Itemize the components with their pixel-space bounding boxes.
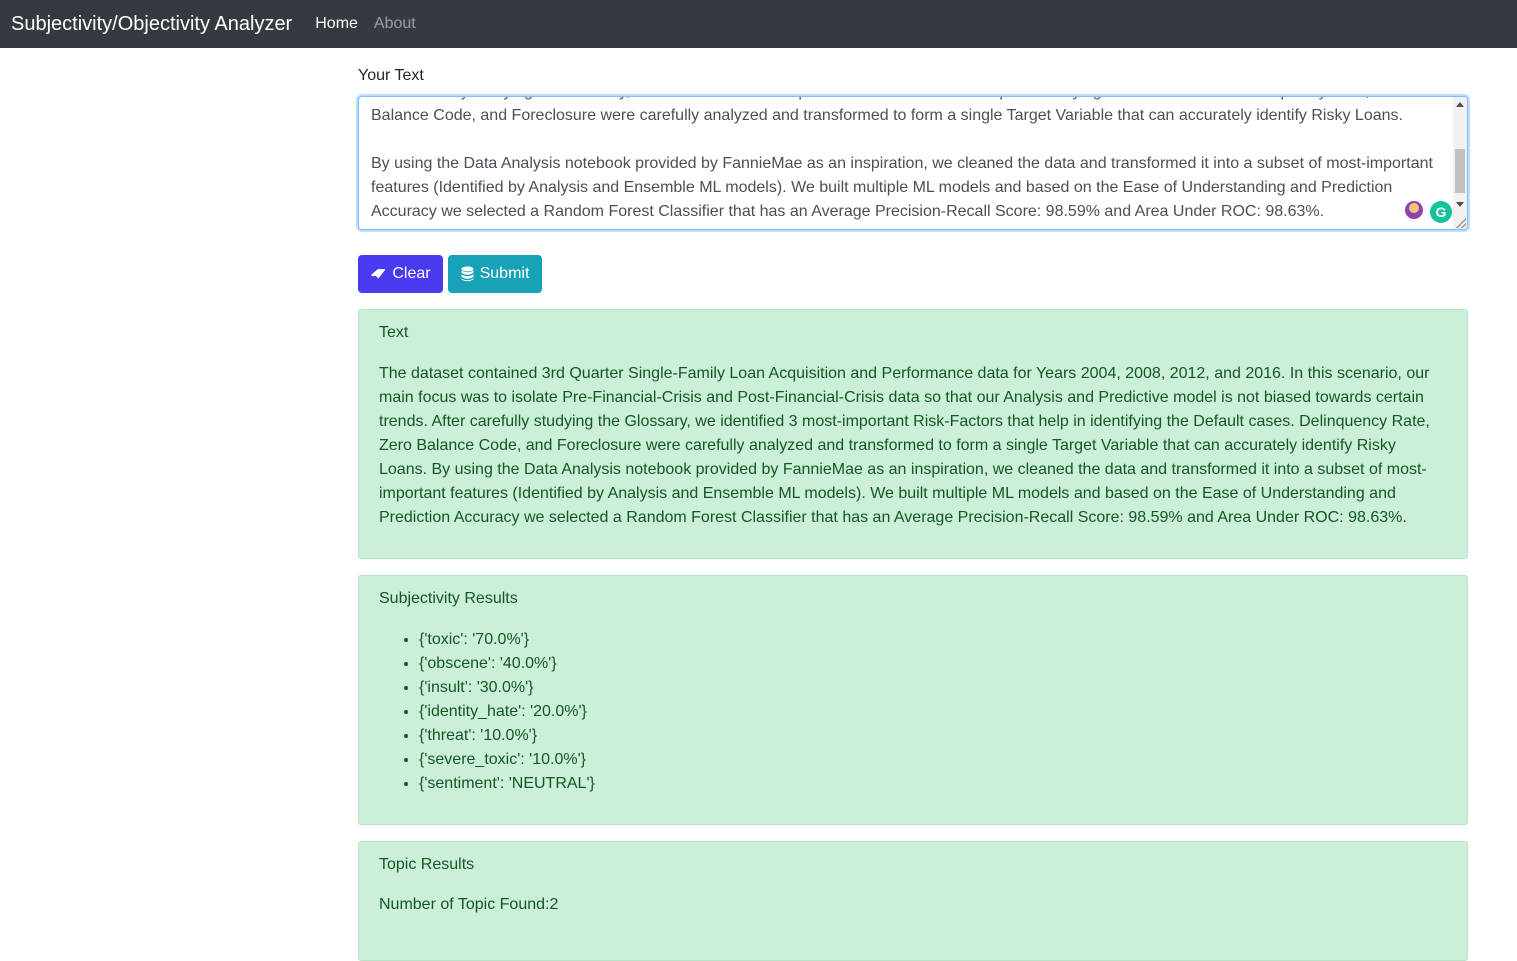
text-input-value[interactable]: After carefully studying the Glossary, w… <box>371 97 1441 224</box>
database-icon <box>461 266 474 282</box>
text-input[interactable]: After carefully studying the Glossary, w… <box>358 96 1468 230</box>
scroll-thumb[interactable] <box>1455 149 1465 193</box>
subjectivity-results-list: {'toxic': '70.0%'} {'obscene': '40.0%'} … <box>379 628 595 796</box>
emoji-extension-icon[interactable] <box>1405 201 1423 219</box>
navbar-brand[interactable]: Subjectivity/Objectivity Analyzer <box>11 13 292 36</box>
list-item: {'threat': '10.0%'} <box>419 724 595 748</box>
text-card: Text The dataset contained 3rd Quarter S… <box>358 309 1468 559</box>
textarea-scrollbar[interactable] <box>1453 97 1467 229</box>
text-input-label: Your Text <box>358 67 424 84</box>
nav-link-about[interactable]: About <box>374 15 416 33</box>
scroll-up-icon[interactable] <box>1456 102 1464 107</box>
clear-button[interactable]: Clear <box>358 255 443 293</box>
list-item: {'severe_toxic': '10.0%'} <box>419 748 595 772</box>
grammarly-icon[interactable]: G <box>1430 201 1452 223</box>
topic-count: Number of Topic Found:2 <box>379 896 559 913</box>
text-card-body: The dataset contained 3rd Quarter Single… <box>379 365 1430 526</box>
list-item: {'insult': '30.0%'} <box>419 676 595 700</box>
list-item: {'obscene': '40.0%'} <box>419 652 595 676</box>
topic-card: Topic Results Number of Topic Found:2 <box>358 841 1468 961</box>
text-card-title: Text <box>379 324 409 341</box>
submit-button-label: Submit <box>479 265 530 282</box>
navbar: Subjectivity/Objectivity Analyzer Home A… <box>0 0 1517 48</box>
list-item: {'identity_hate': '20.0%'} <box>419 700 595 724</box>
scroll-down-icon[interactable] <box>1456 202 1464 207</box>
eraser-icon <box>370 268 386 280</box>
subjectivity-card: Subjectivity Results {'toxic': '70.0%'} … <box>358 575 1468 825</box>
topic-card-title: Topic Results <box>379 856 475 873</box>
list-item: {'sentiment': 'NEUTRAL'} <box>419 772 595 796</box>
clear-button-label: Clear <box>392 265 431 282</box>
submit-button[interactable]: Submit <box>448 255 542 293</box>
resize-grip-icon[interactable] <box>1456 218 1466 228</box>
nav-link-home[interactable]: Home <box>315 15 358 33</box>
list-item: {'toxic': '70.0%'} <box>419 628 595 652</box>
subjectivity-card-title: Subjectivity Results <box>379 590 518 607</box>
